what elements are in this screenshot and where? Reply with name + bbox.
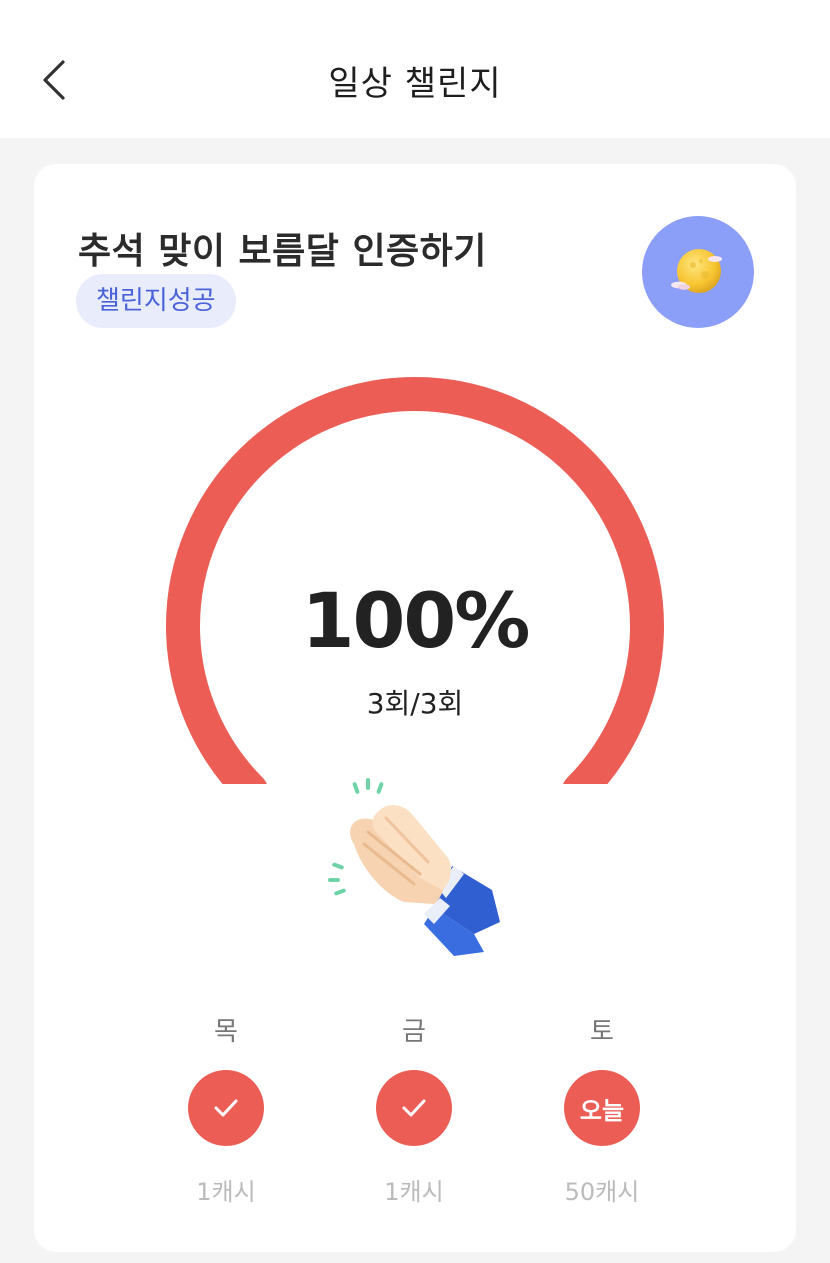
day-item-friday: 금 1캐시 bbox=[344, 1012, 484, 1207]
challenge-emoji bbox=[642, 216, 754, 328]
progress-percent: 100% bbox=[301, 576, 531, 665]
day-label: 목 bbox=[214, 1017, 238, 1047]
day-tracker: 목 1캐시 금 1캐시 토 오늘 50캐시 bbox=[34, 1012, 796, 1212]
page-title: 일상 챌린지 bbox=[328, 64, 502, 104]
day-reward: 1캐시 bbox=[384, 1178, 444, 1206]
clapping-hands-icon bbox=[324, 774, 514, 964]
day-item-saturday: 토 오늘 50캐시 bbox=[532, 1012, 672, 1207]
day-status-done[interactable] bbox=[376, 1070, 452, 1146]
status-badge: 챌린지성공 bbox=[76, 274, 236, 328]
challenge-title: 추석 맞이 보름달 인증하기 bbox=[78, 231, 487, 272]
progress-count: 3회/3회 bbox=[366, 687, 464, 720]
day-item-thursday: 목 1캐시 bbox=[156, 1012, 296, 1207]
day-status-today[interactable]: 오늘 bbox=[564, 1070, 640, 1146]
app-root: 일상 챌린지 추석 맞이 보름달 인증하기 챌린지성공 100% 3회/3회 목… bbox=[0, 0, 830, 1263]
day-reward: 50캐시 bbox=[564, 1178, 640, 1206]
challenge-card: 추석 맞이 보름달 인증하기 챌린지성공 100% 3회/3회 목 1캐시 금 … bbox=[34, 164, 796, 1252]
check-icon bbox=[214, 1099, 238, 1117]
day-reward: 1캐시 bbox=[196, 1178, 256, 1206]
day-label: 금 bbox=[402, 1017, 426, 1047]
header: 일상 챌린지 bbox=[0, 0, 830, 138]
check-icon bbox=[402, 1099, 426, 1117]
day-status-done[interactable] bbox=[188, 1070, 264, 1146]
day-label: 토 bbox=[590, 1017, 614, 1047]
full-moon-icon bbox=[671, 249, 722, 293]
